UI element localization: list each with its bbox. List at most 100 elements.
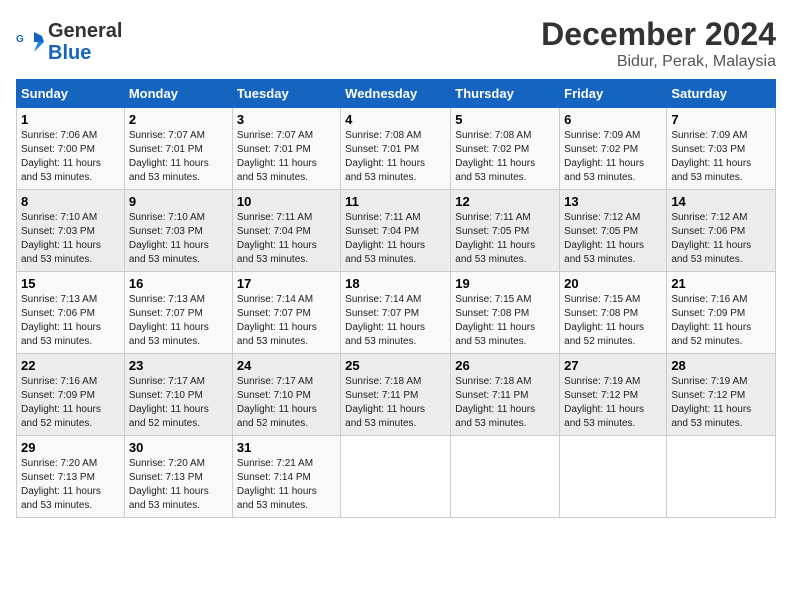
day-number: 4: [345, 112, 446, 127]
day-info: Sunrise: 7:15 AM Sunset: 7:08 PM Dayligh…: [564, 293, 662, 349]
day-number: 26: [455, 358, 555, 373]
calendar-cell: 13Sunrise: 7:12 AM Sunset: 7:05 PM Dayli…: [560, 190, 667, 272]
calendar-cell: 20 Sunrise: 7:15 AM Sunset: 7:08 PM Dayli…: [560, 272, 667, 354]
calendar-cell: 14 Sunrise: 7:12 AM Sunset: 7:06 PM Dayli…: [667, 190, 776, 272]
calendar-cell: 3Sunrise: 7:07 AM Sunset: 7:01 PM Daylig…: [232, 108, 340, 190]
logo: G General Blue: [16, 20, 122, 64]
calendar-cell: 22 Sunrise: 7:16 AM Sunset: 7:09 PM Dayli…: [17, 354, 125, 436]
day-number: 24: [237, 358, 336, 373]
day-header-friday: Friday: [560, 80, 667, 108]
day-number: 1: [21, 112, 120, 127]
day-number: 6: [564, 112, 662, 127]
calendar-week-row: 1 Sunrise: 7:06 AM Sunset: 7:00 PM Daylig…: [17, 108, 776, 190]
day-number: 22: [21, 358, 120, 373]
calendar-week-row: 22 Sunrise: 7:16 AM Sunset: 7:09 PM Dayli…: [17, 354, 776, 436]
calendar-cell: 5Sunrise: 7:08 AM Sunset: 7:02 PM Daylig…: [451, 108, 560, 190]
logo-icon: G: [16, 28, 44, 56]
day-info: Sunrise: 7:20 AM Sunset: 7:13 PM Dayligh…: [129, 457, 228, 513]
calendar-cell: 26 Sunrise: 7:18 AM Sunset: 7:11 PM Dayli…: [451, 354, 560, 436]
day-info: Sunrise: 7:13 AM Sunset: 7:06 PM Dayligh…: [21, 293, 120, 349]
day-number: 10: [237, 194, 336, 209]
day-info: Sunrise: 7:19 AM Sunset: 7:12 PM Dayligh…: [671, 375, 771, 431]
calendar-table: SundayMondayTuesdayWednesdayThursdayFrid…: [16, 79, 776, 518]
svg-text:G: G: [16, 34, 24, 45]
day-number: 25: [345, 358, 446, 373]
logo-text-line1: General: [48, 20, 122, 42]
day-info: Sunrise: 7:15 AM Sunset: 7:08 PM Dayligh…: [455, 293, 555, 349]
calendar-cell: 10 Sunrise: 7:11 AM Sunset: 7:04 PM Dayli…: [232, 190, 340, 272]
day-number: 28: [671, 358, 771, 373]
day-number: 20: [564, 276, 662, 291]
day-info: Sunrise: 7:09 AM Sunset: 7:02 PM Dayligh…: [564, 129, 662, 185]
day-info: Sunrise: 7:16 AM Sunset: 7:09 PM Dayligh…: [21, 375, 120, 431]
day-info: Sunrise: 7:20 AM Sunset: 7:13 PM Dayligh…: [21, 457, 120, 513]
day-number: 12: [455, 194, 555, 209]
calendar-cell: [341, 436, 451, 518]
calendar-cell: 17 Sunrise: 7:14 AM Sunset: 7:07 PM Dayli…: [232, 272, 340, 354]
day-number: 19: [455, 276, 555, 291]
day-info: Sunrise: 7:18 AM Sunset: 7:11 PM Dayligh…: [345, 375, 446, 431]
day-number: 29: [21, 440, 120, 455]
day-number: 5: [455, 112, 555, 127]
calendar-cell: 24 Sunrise: 7:17 AM Sunset: 7:10 PM Dayli…: [232, 354, 340, 436]
day-number: 18: [345, 276, 446, 291]
calendar-cell: [560, 436, 667, 518]
calendar-header-row: SundayMondayTuesdayWednesdayThursdayFrid…: [17, 80, 776, 108]
calendar-cell: 29 Sunrise: 7:20 AM Sunset: 7:13 PM Dayli…: [17, 436, 125, 518]
day-number: 15: [21, 276, 120, 291]
day-info: Sunrise: 7:09 AM Sunset: 7:03 PM Dayligh…: [671, 129, 771, 185]
calendar-cell: 19 Sunrise: 7:15 AM Sunset: 7:08 PM Dayli…: [451, 272, 560, 354]
day-info: Sunrise: 7:21 AM Sunset: 7:14 PM Dayligh…: [237, 457, 336, 513]
calendar-cell: 12 Sunrise: 7:11 AM Sunset: 7:05 PM Dayli…: [451, 190, 560, 272]
day-info: Sunrise: 7:19 AM Sunset: 7:12 PM Dayligh…: [564, 375, 662, 431]
day-header-monday: Monday: [124, 80, 232, 108]
calendar-cell: 23 Sunrise: 7:17 AM Sunset: 7:10 PM Dayli…: [124, 354, 232, 436]
calendar-cell: 16 Sunrise: 7:13 AM Sunset: 7:07 PM Dayli…: [124, 272, 232, 354]
calendar-week-row: 8 Sunrise: 7:10 AM Sunset: 7:03 PM Daylig…: [17, 190, 776, 272]
calendar-cell: 8 Sunrise: 7:10 AM Sunset: 7:03 PM Daylig…: [17, 190, 125, 272]
day-header-thursday: Thursday: [451, 80, 560, 108]
day-number: 16: [129, 276, 228, 291]
day-info: Sunrise: 7:14 AM Sunset: 7:07 PM Dayligh…: [237, 293, 336, 349]
day-info: Sunrise: 7:11 AM Sunset: 7:05 PM Dayligh…: [455, 211, 555, 267]
day-number: 23: [129, 358, 228, 373]
day-info: Sunrise: 7:11 AM Sunset: 7:04 PM Dayligh…: [345, 211, 446, 267]
calendar-week-row: 15 Sunrise: 7:13 AM Sunset: 7:06 PM Dayli…: [17, 272, 776, 354]
day-number: 30: [129, 440, 228, 455]
calendar-cell: 25 Sunrise: 7:18 AM Sunset: 7:11 PM Dayli…: [341, 354, 451, 436]
calendar-subtitle: Bidur, Perak, Malaysia: [541, 53, 776, 71]
calendar-cell: 2Sunrise: 7:07 AM Sunset: 7:01 PM Daylig…: [124, 108, 232, 190]
calendar-cell: [451, 436, 560, 518]
day-info: Sunrise: 7:13 AM Sunset: 7:07 PM Dayligh…: [129, 293, 228, 349]
calendar-cell: 15 Sunrise: 7:13 AM Sunset: 7:06 PM Dayli…: [17, 272, 125, 354]
logo-text-line2: Blue: [48, 42, 122, 64]
calendar-body: 1 Sunrise: 7:06 AM Sunset: 7:00 PM Daylig…: [17, 108, 776, 518]
day-info: Sunrise: 7:10 AM Sunset: 7:03 PM Dayligh…: [129, 211, 228, 267]
day-info: Sunrise: 7:18 AM Sunset: 7:11 PM Dayligh…: [455, 375, 555, 431]
day-info: Sunrise: 7:08 AM Sunset: 7:01 PM Dayligh…: [345, 129, 446, 185]
day-number: 2: [129, 112, 228, 127]
day-info: Sunrise: 7:12 AM Sunset: 7:06 PM Dayligh…: [671, 211, 771, 267]
day-number: 14: [671, 194, 771, 209]
day-number: 9: [129, 194, 228, 209]
day-number: 27: [564, 358, 662, 373]
calendar-title: December 2024: [541, 16, 776, 53]
day-info: Sunrise: 7:06 AM Sunset: 7:00 PM Dayligh…: [21, 129, 120, 185]
day-number: 21: [671, 276, 771, 291]
title-block: December 2024 Bidur, Perak, Malaysia: [541, 16, 776, 71]
calendar-cell: 21Sunrise: 7:16 AM Sunset: 7:09 PM Dayli…: [667, 272, 776, 354]
day-info: Sunrise: 7:14 AM Sunset: 7:07 PM Dayligh…: [345, 293, 446, 349]
day-number: 8: [21, 194, 120, 209]
day-info: Sunrise: 7:10 AM Sunset: 7:03 PM Dayligh…: [21, 211, 120, 267]
day-number: 13: [564, 194, 662, 209]
day-number: 17: [237, 276, 336, 291]
calendar-cell: 18 Sunrise: 7:14 AM Sunset: 7:07 PM Dayli…: [341, 272, 451, 354]
calendar-cell: 31Sunrise: 7:21 AM Sunset: 7:14 PM Dayli…: [232, 436, 340, 518]
calendar-cell: 27 Sunrise: 7:19 AM Sunset: 7:12 PM Dayli…: [560, 354, 667, 436]
calendar-cell: 6 Sunrise: 7:09 AM Sunset: 7:02 PM Daylig…: [560, 108, 667, 190]
day-info: Sunrise: 7:11 AM Sunset: 7:04 PM Dayligh…: [237, 211, 336, 267]
day-info: Sunrise: 7:17 AM Sunset: 7:10 PM Dayligh…: [237, 375, 336, 431]
calendar-cell: 28 Sunrise: 7:19 AM Sunset: 7:12 PM Dayli…: [667, 354, 776, 436]
calendar-cell: 9 Sunrise: 7:10 AM Sunset: 7:03 PM Daylig…: [124, 190, 232, 272]
day-info: Sunrise: 7:17 AM Sunset: 7:10 PM Dayligh…: [129, 375, 228, 431]
